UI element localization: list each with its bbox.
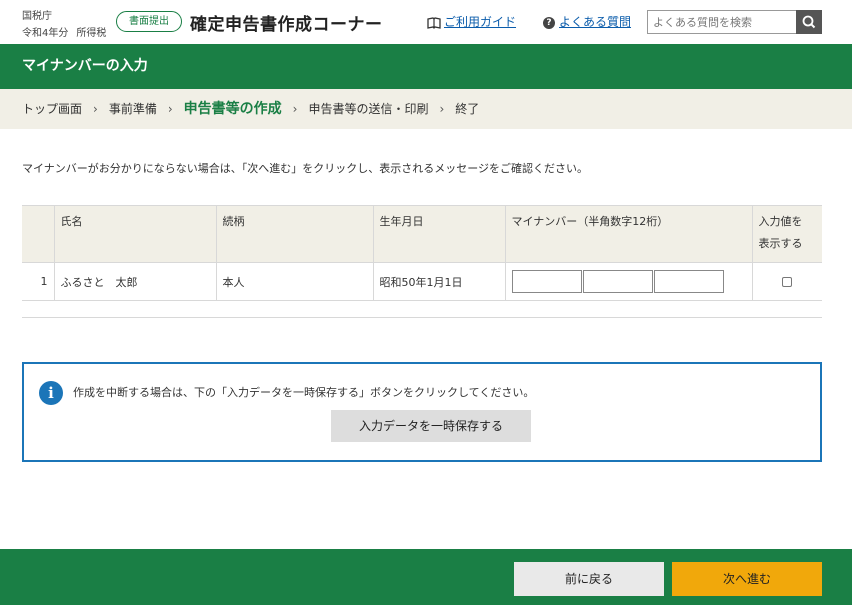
- back-button[interactable]: 前に戻る: [514, 562, 664, 596]
- save-draft-button[interactable]: 入力データを一時保存する: [331, 410, 531, 442]
- header-show-line2: 表示する: [758, 237, 803, 250]
- row-dob: 昭和50年1月1日: [372, 262, 505, 301]
- breadcrumb: トップ画面 › 事前準備 › 申告書等の作成 › 申告書等の送信・印刷 › 終了: [0, 89, 852, 129]
- my-number-input-1[interactable]: [511, 270, 582, 293]
- chevron-right-icon: ›: [292, 102, 298, 116]
- tax-year: 令和4年分: [22, 28, 69, 39]
- search-input[interactable]: [647, 10, 797, 34]
- chevron-right-icon: ›: [439, 102, 445, 116]
- show-value-cell: [751, 262, 822, 301]
- faq-link[interactable]: よくある質問: [559, 15, 631, 29]
- tax-type: 所得税: [76, 28, 107, 39]
- header: 国税庁 令和4年分 所得税 書面提出 確定申告書作成コーナー ご利用ガイド ? よく…: [0, 0, 852, 44]
- page-title: マイナンバーの入力: [0, 44, 852, 89]
- search-box: [647, 10, 822, 34]
- info-icon: i: [39, 381, 63, 405]
- row-relation: 本人: [215, 262, 373, 301]
- my-number-inputs: [504, 262, 752, 301]
- guide-link-wrap[interactable]: ご利用ガイド: [427, 13, 516, 30]
- breadcrumb-item-top: トップ画面: [22, 102, 83, 116]
- show-value-checkbox[interactable]: [782, 276, 793, 287]
- app-title: 確定申告書作成コーナー: [190, 15, 383, 35]
- my-number-input-2[interactable]: [582, 270, 653, 293]
- search-icon: [802, 15, 816, 29]
- breadcrumb-item-end: 終了: [455, 102, 480, 116]
- breadcrumb-item-send: 申告書等の送信・印刷: [308, 102, 429, 116]
- breadcrumb-item-prep: 事前準備: [108, 102, 157, 116]
- breadcrumb-item-current: 申告書等の作成: [183, 101, 282, 117]
- header-no: [22, 205, 54, 263]
- info-box: i 作成を中断する場合は、下の「入力データを一時保存する」ボタンをクリックしてく…: [22, 362, 822, 462]
- chevron-right-icon: ›: [167, 102, 173, 116]
- header-show-line1: 入力値を: [758, 215, 803, 228]
- header-relation: 続柄: [215, 205, 373, 263]
- agency-name: 国税庁: [22, 11, 52, 22]
- my-number-table: 氏名 続柄 生年月日 マイナンバー（半角数字12桁） 入力値を 表示する 1 ふ…: [22, 205, 822, 301]
- my-number-input-3[interactable]: [653, 270, 724, 293]
- info-text: 作成を中断する場合は、下の「入力データを一時保存する」ボタンをクリックしてくださ…: [73, 386, 535, 399]
- instruction-text: マイナンバーがお分かりにならない場合は、「次へ進む」をクリックし、表示されるメッ…: [22, 162, 589, 175]
- faq-link-wrap[interactable]: ? よくある質問: [543, 13, 631, 30]
- chevron-right-icon: ›: [93, 102, 98, 116]
- row-name: ふるさと 太郎: [53, 262, 216, 301]
- search-button[interactable]: [796, 10, 822, 34]
- footer-bar: 前に戻る 次へ進む: [0, 549, 852, 605]
- divider: [22, 317, 822, 318]
- guide-link[interactable]: ご利用ガイド: [444, 15, 516, 29]
- next-button[interactable]: 次へ進む: [672, 562, 822, 596]
- header-dob: 生年月日: [372, 205, 505, 263]
- row-number: 1: [22, 262, 54, 301]
- book-icon: [427, 16, 441, 29]
- table-header-row: 氏名 続柄 生年月日 マイナンバー（半角数字12桁） 入力値を 表示する: [22, 205, 822, 263]
- header-my-number: マイナンバー（半角数字12桁）: [504, 205, 752, 263]
- header-name: 氏名: [53, 205, 216, 263]
- table-row: 1 ふるさと 太郎 本人 昭和50年1月1日: [22, 262, 822, 301]
- question-icon: ?: [543, 16, 555, 29]
- tax-year-info: 令和4年分 所得税: [22, 24, 114, 39]
- header-show-value: 入力値を 表示する: [751, 205, 822, 263]
- submission-badge: 書面提出: [116, 11, 182, 32]
